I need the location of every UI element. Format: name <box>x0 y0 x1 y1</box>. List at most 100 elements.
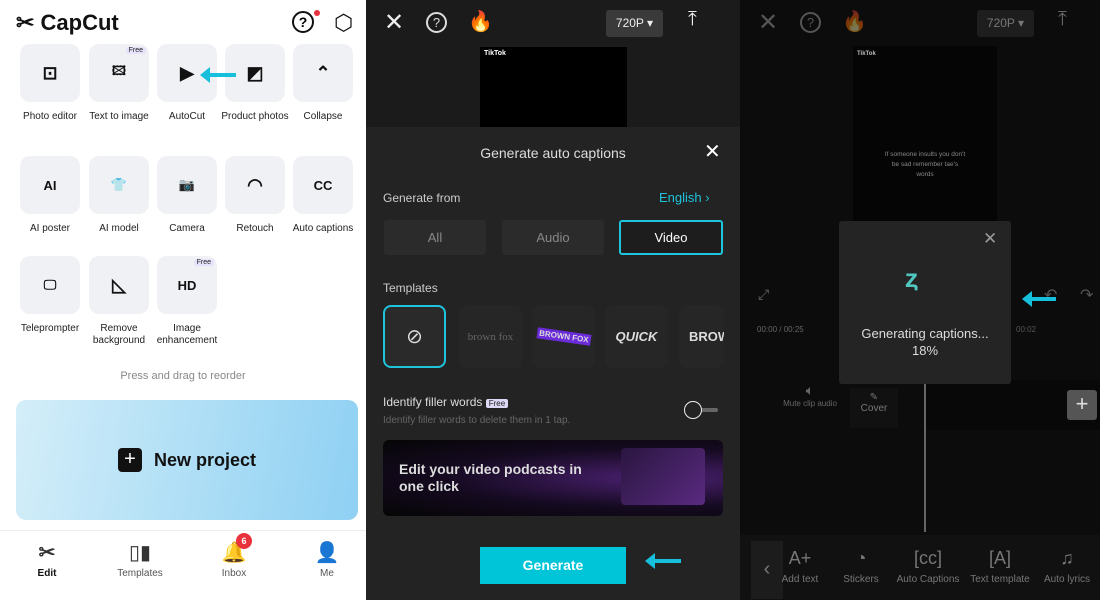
progress-percent: 18% <box>911 343 939 358</box>
free-badge: Free <box>485 399 509 408</box>
tool-text-template[interactable]: [A] Text template <box>964 548 1036 585</box>
new-project-button[interactable]: + New project <box>16 400 358 520</box>
settings-icon[interactable]: ⬡ <box>334 10 353 36</box>
template-none[interactable]: ⊘ <box>383 305 446 368</box>
nav-templates[interactable]: ▯▮ Templates <box>100 540 180 579</box>
no-style-icon: ⊘ <box>406 326 423 348</box>
auto-captions-icon: [cc] <box>913 548 942 568</box>
source-video-selected[interactable]: Video <box>619 220 723 255</box>
tool-remove-background[interactable]: ◺ <box>89 256 149 314</box>
tool-label: Photo editor <box>23 111 77 122</box>
bell-icon: 🔔 <box>221 542 247 564</box>
help-icon[interactable]: ? <box>800 12 821 33</box>
retouch-icon: ◠ <box>247 174 263 195</box>
tool-stickers[interactable]: ◔ Stickers <box>825 548 897 585</box>
template-option[interactable]: QUICK <box>605 305 668 368</box>
pencil-icon: ✎ <box>869 392 879 403</box>
caption-text: If someone insults you don't be sad reme… <box>884 151 966 178</box>
tiktok-watermark: TikTok <box>857 51 876 57</box>
chevron-up-icon: ⌃ <box>315 62 331 83</box>
source-audio[interactable]: Audio <box>502 220 604 255</box>
progress-status: Generating captions... <box>861 326 989 341</box>
tool-retouch[interactable]: ◠ <box>225 156 285 214</box>
capcut-logo-icon: ✂︎ <box>16 10 41 35</box>
remove-background-icon: ◺ <box>112 274 126 295</box>
capcut-logo-icon: ȥ <box>905 263 918 293</box>
tool-photo-editor[interactable]: ⊡ <box>20 44 80 102</box>
time-marker: 00:02 <box>1016 325 1037 334</box>
promo-image <box>621 448 705 505</box>
tool-text-to-image[interactable]: 🖾 Free <box>89 44 149 102</box>
ai-poster-icon: AI <box>43 177 57 193</box>
templates-label: Templates <box>383 281 438 295</box>
nav-me[interactable]: 👤 Me <box>287 540 367 579</box>
fire-icon[interactable]: 🔥 <box>842 9 867 34</box>
help-icon[interactable]: ? <box>292 11 314 33</box>
undo-icon[interactable]: ↶ <box>1044 285 1057 305</box>
reorder-hint: Press and drag to reorder <box>120 370 246 382</box>
tool-ai-model[interactable]: 👕 <box>89 156 149 214</box>
tool-teleprompter[interactable]: 🖵 <box>20 256 80 314</box>
close-icon[interactable]: ✕ <box>384 8 404 37</box>
sheet-title: Generate auto captions <box>480 145 626 161</box>
template-option[interactable]: BROW <box>679 305 724 368</box>
stickers-icon: ◔ <box>855 548 867 568</box>
close-dialog-icon[interactable]: ✕ <box>983 229 997 249</box>
nav-inbox[interactable]: 🔔 Inbox 6 <box>194 533 274 579</box>
export-icon[interactable]: ⤒ <box>1058 8 1067 31</box>
export-icon[interactable]: ⤒ <box>688 8 697 31</box>
tool-collapse[interactable]: ⌃ <box>293 44 353 102</box>
cover-button[interactable]: ✎ Cover <box>850 388 898 428</box>
tool-auto-captions[interactable]: [cc] Auto Captions <box>892 548 964 585</box>
help-icon[interactable]: ? <box>426 12 447 33</box>
annotation-arrow <box>1022 291 1056 307</box>
user-icon: 👤 <box>314 542 340 564</box>
tool-auto-lyrics[interactable]: ♫ Auto lyrics <box>1031 548 1100 585</box>
capcut-logo: ✂︎ CapCut <box>16 10 119 35</box>
annotation-arrow <box>200 67 236 83</box>
template-option[interactable]: BROWN FOX <box>532 305 595 368</box>
free-badge: Free <box>193 259 214 266</box>
nav-edit[interactable]: ✂ Edit <box>7 540 87 579</box>
podcast-promo-banner[interactable]: Edit your video podcasts in one click <box>383 440 723 516</box>
tool-label: Teleprompter <box>20 323 80 334</box>
resolution-dropdown[interactable]: 720P ▾ <box>606 10 663 37</box>
tool-auto-captions[interactable]: CC <box>293 156 353 214</box>
speaker-icon: 🔈︎ <box>805 382 815 398</box>
autocut-icon: ▶ <box>180 62 194 83</box>
annotation-arrow <box>645 553 681 569</box>
video-preview: TikTok <box>480 47 627 127</box>
generate-from-label: Generate from <box>383 191 461 205</box>
tool-camera[interactable]: 📷 <box>157 156 217 214</box>
auto-captions-icon: CC <box>313 177 333 193</box>
resolution-dropdown[interactable]: 720P ▾ <box>977 10 1034 37</box>
close-sheet-icon[interactable]: ✕ <box>704 139 721 164</box>
scissors-icon: ✂ <box>38 542 56 564</box>
camera-icon: 📷 <box>178 177 196 192</box>
tool-image-enhancement[interactable]: HD Free <box>157 256 217 314</box>
template-option[interactable]: brown fox <box>459 305 522 368</box>
tool-label: Auto captions <box>292 223 354 234</box>
language-selector[interactable]: English › <box>659 190 710 205</box>
product-photos-icon: ◩ <box>246 62 264 83</box>
fullscreen-icon[interactable]: ⤢ <box>758 286 769 303</box>
mute-clip-audio-button[interactable]: 🔈︎ Mute clip audio <box>770 382 850 408</box>
redo-icon[interactable]: ↷ <box>1080 285 1093 305</box>
source-all[interactable]: All <box>384 220 486 255</box>
teleprompter-icon: 🖵 <box>43 277 57 292</box>
playhead[interactable] <box>924 384 926 532</box>
image-enhancement-icon: HD <box>177 277 197 293</box>
tiktok-watermark: TikTok <box>484 50 506 57</box>
filler-words-toggle[interactable] <box>684 400 718 420</box>
auto-lyrics-icon: ♫ <box>1060 548 1074 568</box>
add-clip-button[interactable]: + <box>1067 390 1097 420</box>
filler-words-label: Identify filler words Free <box>383 395 509 409</box>
fire-icon[interactable]: 🔥 <box>468 9 493 34</box>
timecode: 00:00 / 00:25 <box>757 325 804 334</box>
tool-ai-poster[interactable]: AI <box>20 156 80 214</box>
plus-icon: + <box>117 448 142 472</box>
generate-button[interactable]: Generate <box>480 547 626 584</box>
inbox-badge: 6 <box>236 533 252 549</box>
close-icon[interactable]: ✕ <box>758 8 778 37</box>
text-template-icon: [A] <box>988 548 1011 568</box>
